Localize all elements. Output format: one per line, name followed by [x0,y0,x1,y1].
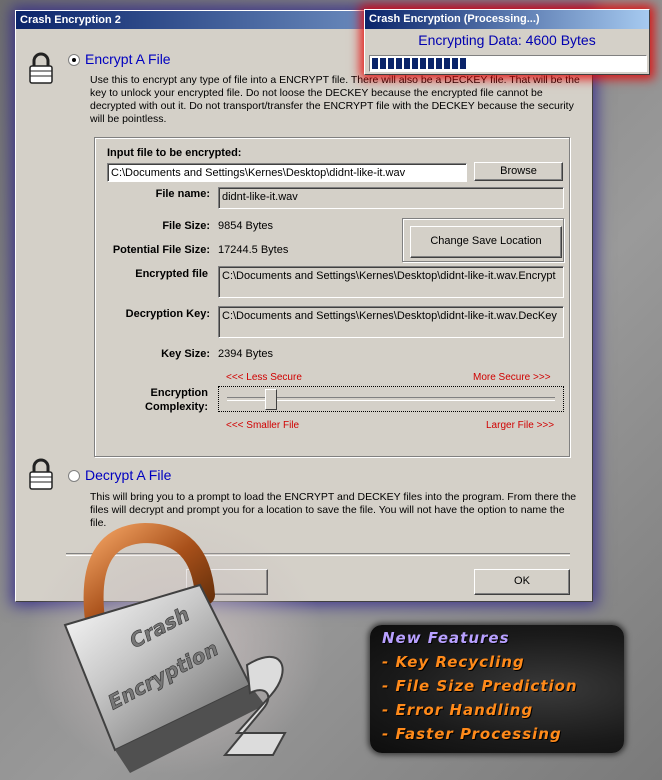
smaller-file-label: <<< Smaller File [226,420,300,431]
complexity-label-1: Encryption [150,387,208,399]
potential-size-value: 17244.5 Bytes [218,244,289,256]
encrypt-description: Use this to encrypt any type of file int… [90,74,580,125]
complexity-label-2: Complexity: [145,401,208,413]
file-name-label: File name: [155,188,210,200]
progress-bar [369,55,647,72]
input-file-field[interactable]: C:\Documents and Settings\Kernes\Desktop… [107,163,467,182]
encrypted-file-label: Encrypted file [135,268,208,280]
padlock-icon [29,52,53,84]
window-title: Crash Encryption 2 [20,14,121,26]
processing-title: Crash Encryption (Processing...) [369,13,540,25]
change-save-location-button[interactable]: Change Save Location [410,226,562,258]
progress-block [412,58,418,69]
progress-block [380,58,386,69]
progress-block [420,58,426,69]
decrypt-heading[interactable]: Decrypt A File [85,467,171,483]
decryption-key-label: Decryption Key: [125,308,210,320]
crash-encryption-logo: Crash Encryption [25,515,325,775]
browse-button[interactable]: Browse [474,162,563,181]
key-size-value: 2394 Bytes [218,348,274,360]
encrypted-file-field: C:\Documents and Settings\Kernes\Desktop… [218,266,564,298]
slider-thumb[interactable] [265,389,277,410]
complexity-slider[interactable] [218,386,564,412]
file-size-label: File Size: [162,220,210,232]
feature-item: - Faster Processing [382,725,562,743]
progress-block [428,58,434,69]
feature-item: - Error Handling [382,701,534,719]
padlock-icon [29,458,53,490]
progress-block [388,58,394,69]
processing-window: Crash Encryption (Processing...) Encrypt… [364,9,650,75]
progress-block [460,58,466,69]
potential-size-label: Potential File Size: [112,244,210,256]
new-features-panel: New Features - Key Recycling - File Size… [370,625,624,753]
file-size-value: 9854 Bytes [218,220,274,232]
larger-file-label: Larger File >>> [486,420,555,431]
progress-block [372,58,378,69]
main-window: Crash Encryption 2 Encrypt A File Use th… [15,10,593,602]
ok-button[interactable]: OK [474,569,570,595]
decrypt-radio[interactable] [68,470,80,482]
feature-item: - File Size Prediction [382,677,578,695]
key-size-label: Key Size: [161,348,210,360]
decryption-key-field: C:\Documents and Settings\Kernes\Desktop… [218,306,564,338]
progress-block [436,58,442,69]
progress-block [444,58,450,69]
encrypt-radio[interactable] [68,54,80,66]
file-name-field: didnt-like-it.wav [218,187,564,209]
feature-item: - Key Recycling [382,653,525,671]
less-secure-label: <<< Less Secure [226,372,302,383]
features-title: New Features [382,629,510,647]
encrypt-heading[interactable]: Encrypt A File [85,51,171,67]
input-file-label: Input file to be encrypted: [107,147,242,159]
progress-block [452,58,458,69]
progress-block [396,58,402,69]
processing-titlebar[interactable]: Crash Encryption (Processing...) [365,10,649,29]
more-secure-label: More Secure >>> [473,372,551,383]
processing-status: Encrypting Data: 4600 Bytes [418,32,596,48]
progress-block [404,58,410,69]
